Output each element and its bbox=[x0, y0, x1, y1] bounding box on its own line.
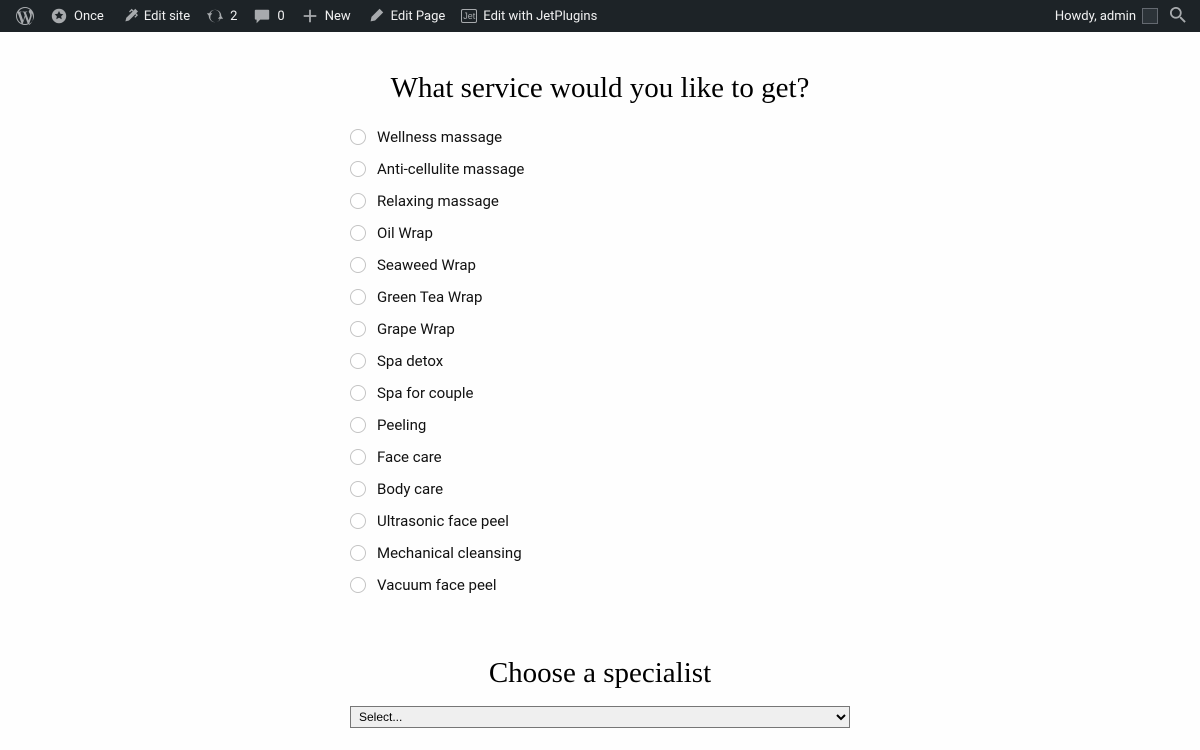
service-radio-item[interactable]: Body care bbox=[350, 473, 850, 505]
site-name-label: Once bbox=[74, 9, 104, 24]
edit-page-label: Edit Page bbox=[391, 9, 446, 24]
radio-icon bbox=[350, 385, 366, 401]
edit-icon bbox=[367, 7, 385, 25]
customize-icon bbox=[120, 7, 138, 25]
radio-icon bbox=[350, 449, 366, 465]
comments-icon bbox=[253, 7, 271, 25]
page-content: What service would you like to get? Well… bbox=[0, 32, 1200, 728]
radio-icon bbox=[350, 193, 366, 209]
service-radio-item[interactable]: Green Tea Wrap bbox=[350, 281, 850, 313]
service-radio-label: Anti-cellulite massage bbox=[377, 160, 524, 178]
service-radio-item[interactable]: Spa for couple bbox=[350, 377, 850, 409]
service-radio-label: Seaweed Wrap bbox=[377, 256, 476, 274]
my-account-link[interactable]: Howdy, admin bbox=[1047, 0, 1166, 32]
plus-icon bbox=[301, 7, 319, 25]
service-radio-label: Face care bbox=[377, 448, 442, 466]
search-toggle[interactable] bbox=[1166, 0, 1192, 32]
service-radio-label: Grape Wrap bbox=[377, 320, 455, 338]
radio-icon bbox=[350, 513, 366, 529]
wp-adminbar: Once Edit site 2 0 New bbox=[0, 0, 1200, 32]
edit-page-link[interactable]: Edit Page bbox=[359, 0, 454, 32]
service-radio-label: Oil Wrap bbox=[377, 224, 433, 242]
jet-label: Edit with JetPlugins bbox=[483, 9, 597, 24]
service-radio-item[interactable]: Grape Wrap bbox=[350, 313, 850, 345]
service-radio-item[interactable]: Mechanical cleansing bbox=[350, 537, 850, 569]
search-icon bbox=[1170, 7, 1188, 25]
service-radio-item[interactable]: Face care bbox=[350, 441, 850, 473]
specialist-section: Choose a specialist Select... bbox=[350, 657, 850, 728]
specialist-heading: Choose a specialist bbox=[350, 657, 850, 690]
new-label: New bbox=[325, 9, 351, 24]
service-radio-label: Mechanical cleansing bbox=[377, 544, 522, 562]
jetplugins-link[interactable]: Jet Edit with JetPlugins bbox=[453, 0, 605, 32]
service-radio-item[interactable]: Vacuum face peel bbox=[350, 569, 850, 601]
radio-icon bbox=[350, 321, 366, 337]
radio-icon bbox=[350, 417, 366, 433]
service-radio-list: Wellness massage Anti-cellulite massage Re… bbox=[350, 121, 850, 601]
service-radio-label: Green Tea Wrap bbox=[377, 288, 482, 306]
edit-site-label: Edit site bbox=[144, 9, 190, 24]
service-radio-item[interactable]: Seaweed Wrap bbox=[350, 249, 850, 281]
radio-icon bbox=[350, 225, 366, 241]
updates-icon bbox=[206, 7, 224, 25]
updates-count: 2 bbox=[230, 9, 237, 24]
radio-icon bbox=[350, 289, 366, 305]
radio-icon bbox=[350, 481, 366, 497]
specialist-select-wrap: Select... bbox=[350, 706, 850, 728]
service-radio-label: Body care bbox=[377, 480, 443, 498]
wordpress-icon bbox=[16, 7, 34, 25]
service-radio-item[interactable]: Relaxing massage bbox=[350, 185, 850, 217]
radio-icon bbox=[350, 353, 366, 369]
comments-count: 0 bbox=[277, 9, 284, 24]
comments-link[interactable]: 0 bbox=[245, 0, 292, 32]
radio-icon bbox=[350, 577, 366, 593]
avatar bbox=[1142, 8, 1158, 24]
service-radio-item[interactable]: Spa detox bbox=[350, 345, 850, 377]
jet-icon: Jet bbox=[461, 9, 477, 23]
updates-link[interactable]: 2 bbox=[198, 0, 245, 32]
new-content-link[interactable]: New bbox=[293, 0, 359, 32]
service-radio-label: Relaxing massage bbox=[377, 192, 499, 210]
service-radio-label: Spa for couple bbox=[377, 384, 473, 402]
service-radio-item[interactable]: Ultrasonic face peel bbox=[350, 505, 850, 537]
radio-icon bbox=[350, 545, 366, 561]
service-radio-item[interactable]: Oil Wrap bbox=[350, 217, 850, 249]
service-radio-item[interactable]: Peeling bbox=[350, 409, 850, 441]
howdy-label: Howdy, admin bbox=[1055, 9, 1136, 24]
site-name-menu[interactable]: Once bbox=[42, 0, 112, 32]
adminbar-left: Once Edit site 2 0 New bbox=[8, 0, 605, 32]
radio-icon bbox=[350, 257, 366, 273]
service-radio-label: Wellness massage bbox=[377, 128, 502, 146]
service-heading: What service would you like to get? bbox=[350, 72, 850, 105]
service-radio-label: Vacuum face peel bbox=[377, 576, 497, 594]
service-radio-item[interactable]: Wellness massage bbox=[350, 121, 850, 153]
wp-logo-menu[interactable] bbox=[8, 0, 42, 32]
form-container: What service would you like to get? Well… bbox=[350, 72, 850, 728]
service-radio-item[interactable]: Anti-cellulite massage bbox=[350, 153, 850, 185]
dashboard-icon bbox=[50, 7, 68, 25]
adminbar-right: Howdy, admin bbox=[1047, 0, 1192, 32]
service-radio-label: Peeling bbox=[377, 416, 426, 434]
service-radio-label: Ultrasonic face peel bbox=[377, 512, 509, 530]
specialist-select[interactable]: Select... bbox=[350, 706, 850, 728]
edit-site-link[interactable]: Edit site bbox=[112, 0, 198, 32]
radio-icon bbox=[350, 161, 366, 177]
radio-icon bbox=[350, 129, 366, 145]
service-radio-label: Spa detox bbox=[377, 352, 443, 370]
